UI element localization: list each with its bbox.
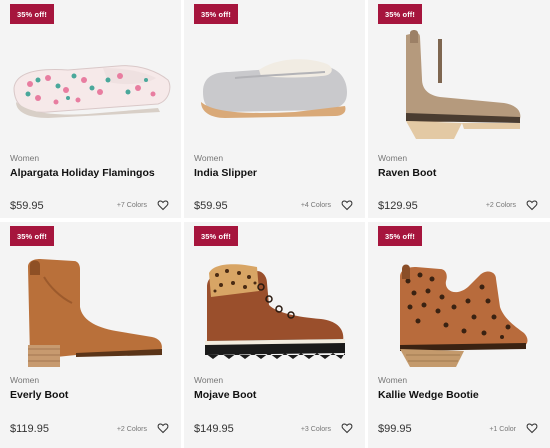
product-gender: Women: [378, 375, 408, 385]
product-name[interactable]: Mojave Boot: [194, 389, 256, 401]
color-count[interactable]: +2 Colors: [117, 426, 147, 433]
product-name[interactable]: India Slipper: [194, 167, 257, 179]
leopard-wedge-bootie-icon: [400, 264, 528, 367]
product-name[interactable]: Raven Boot: [378, 167, 436, 179]
product-price: $129.95: [378, 200, 418, 212]
product-price: $59.95: [10, 200, 44, 212]
discount-badge: 35% off!: [10, 4, 54, 24]
product-name[interactable]: Kallie Wedge Bootie: [378, 389, 479, 401]
product-gender: Women: [378, 153, 408, 163]
color-count[interactable]: +1 Color: [489, 426, 516, 433]
heart-icon[interactable]: [341, 422, 353, 434]
grey-slipper-icon: [200, 59, 347, 118]
discount-badge: 35% off!: [378, 4, 422, 24]
heart-icon[interactable]: [157, 199, 169, 211]
color-count[interactable]: +3 Colors: [301, 426, 331, 433]
discount-badge: 35% off!: [10, 226, 54, 246]
product-price: $149.95: [194, 423, 234, 435]
color-count[interactable]: +4 Colors: [301, 202, 331, 209]
product-card[interactable]: 35% off! Women Raven Boot $129.95 +2 Col…: [368, 0, 550, 218]
discount-badge: 35% off!: [194, 4, 238, 24]
product-name[interactable]: Everly Boot: [10, 389, 68, 401]
product-image[interactable]: [184, 26, 365, 144]
taupe-wedge-boot-icon: [406, 30, 521, 139]
product-card[interactable]: 35% off! Women India Slipper $59.95 +4 C…: [184, 0, 365, 218]
product-grid: 35% off! Women Alpargata Holiday Flaming…: [0, 0, 550, 448]
product-price: $119.95: [10, 423, 49, 435]
heart-icon[interactable]: [526, 422, 538, 434]
product-price: $99.95: [378, 423, 412, 435]
product-name[interactable]: Alpargata Holiday Flamingos: [10, 167, 155, 179]
heart-icon[interactable]: [526, 199, 538, 211]
product-card[interactable]: 35% off! Women Kallie Wedge Bootie $99.9…: [368, 222, 550, 448]
color-count[interactable]: +7 Colors: [117, 202, 147, 209]
product-image[interactable]: [184, 246, 365, 378]
product-image[interactable]: [0, 26, 181, 144]
discount-badge: 35% off!: [194, 226, 238, 246]
tan-heeled-boot-icon: [27, 259, 162, 367]
product-card[interactable]: 35% off! Women Mojave Boot $149.95 +3 Co…: [184, 222, 365, 448]
product-price: $59.95: [194, 200, 228, 212]
product-image[interactable]: [0, 246, 181, 378]
product-card[interactable]: 35% off! Women Everly Boot $119.95 +2 Co…: [0, 222, 181, 448]
product-gender: Women: [10, 153, 40, 163]
product-gender: Women: [194, 153, 224, 163]
product-card[interactable]: 35% off! Women Alpargata Holiday Flaming…: [0, 0, 181, 218]
leopard-hiker-boot-icon: [205, 264, 345, 359]
product-image[interactable]: [368, 246, 550, 378]
flamingo-slip-on-shoe-icon: [13, 65, 171, 118]
discount-badge: 35% off!: [378, 226, 422, 246]
heart-icon[interactable]: [157, 422, 169, 434]
color-count[interactable]: +2 Colors: [486, 202, 516, 209]
heart-icon[interactable]: [341, 199, 353, 211]
product-gender: Women: [194, 375, 224, 385]
product-gender: Women: [10, 375, 40, 385]
product-image[interactable]: [368, 26, 550, 144]
